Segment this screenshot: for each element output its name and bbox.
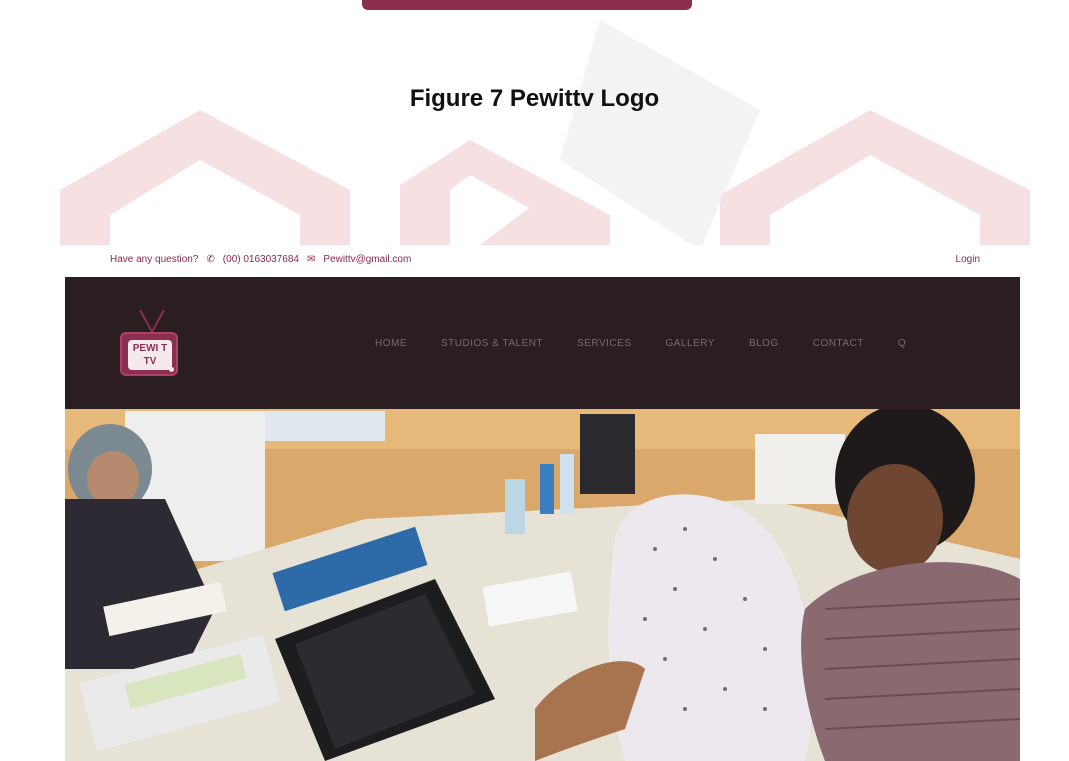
contact-info: Have any question? ✆ (00) 0163037684 ✉ P… <box>110 254 411 265</box>
nav-item-services[interactable]: SERVICES <box>577 338 631 349</box>
question-text: Have any question? <box>110 254 199 265</box>
hero-photo <box>65 409 1020 761</box>
document-page: Figure 7 Pewittv Logo Have any question?… <box>0 0 1069 761</box>
nav-item-home[interactable]: HOME <box>375 338 407 349</box>
mail-icon: ✉ <box>306 254 316 265</box>
figure-caption: Figure 7 Pewittv Logo <box>409 85 660 112</box>
tv-antenna-icon <box>139 309 165 333</box>
login-link[interactable]: Login <box>956 254 980 265</box>
phone-icon: ✆ <box>206 254 215 265</box>
search-icon[interactable]: Q <box>898 338 906 349</box>
website-screenshot: Have any question? ✆ (00) 0163037684 ✉ P… <box>65 245 1020 761</box>
website-topbar: Have any question? ✆ (00) 0163037684 ✉ P… <box>65 245 1020 277</box>
tv-knob <box>169 367 174 372</box>
nav-item-gallery[interactable]: GALLERY <box>665 338 714 349</box>
logo-text-line1: PEWI T <box>132 343 168 354</box>
tv-box: PEWI T TV <box>120 332 178 376</box>
previous-figure-fragment <box>362 0 692 10</box>
nav-item-contact[interactable]: CONTACT <box>813 338 864 349</box>
pewittv-logo[interactable]: PEWI T TV <box>120 309 182 378</box>
logo-text-line2: TV <box>143 356 157 367</box>
phone-number[interactable]: (00) 0163037684 <box>223 254 299 265</box>
tv-screen: PEWI T TV <box>128 340 172 370</box>
nav-item-blog[interactable]: BLOG <box>749 338 779 349</box>
website-navbar: PEWI T TV HOME STUDIOS & TALENT SERVICES… <box>65 277 1020 409</box>
nav-item-studios-talent[interactable]: STUDIOS & TALENT <box>441 338 543 349</box>
email-address[interactable]: Pewittv@gmail.com <box>323 254 411 265</box>
nav-menu: HOME STUDIOS & TALENT SERVICES GALLERY B… <box>375 338 906 349</box>
